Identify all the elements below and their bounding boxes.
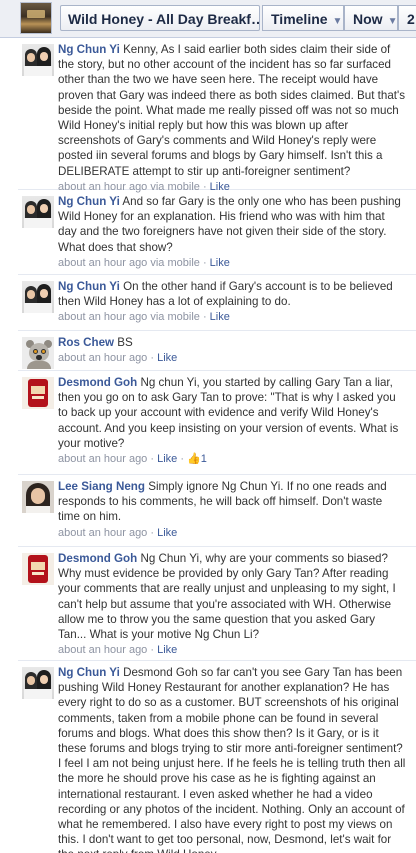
timeline-label: Timeline [271, 11, 328, 27]
comment-body: Ng Chun Yi Desmond Goh so far can't you … [58, 665, 406, 853]
now-label: Now [353, 11, 383, 27]
comment-author[interactable]: Ros Chew [58, 336, 114, 349]
comment-meta: about an hour ago via mobile · Like [58, 256, 406, 271]
avatar[interactable] [22, 667, 54, 699]
meta-separator: · [199, 256, 210, 269]
comment-item: Ng Chun Yi Desmond Goh so far can't you … [18, 661, 416, 853]
comment-item: Ng Chun Yi On the other hand if Gary's a… [18, 275, 416, 331]
comment-item: Desmond Goh Ng Chun Yi, why are your com… [18, 547, 416, 661]
avatar[interactable] [22, 196, 54, 228]
avatar[interactable] [22, 377, 54, 409]
comment-author[interactable]: Ng Chun Yi [58, 43, 120, 56]
comment-body: Ng Chun Yi Kenny, As I said earlier both… [58, 42, 406, 195]
comment-time: about an hour ago via mobile [58, 311, 200, 324]
year-dropdown[interactable]: 2 [398, 5, 416, 31]
avatar[interactable] [22, 44, 54, 76]
comment-body: Desmond Goh Ng chun Yi, you started by c… [58, 375, 406, 467]
comment-body: Lee Siang Neng Simply ignore Ng Chun Yi.… [58, 479, 406, 541]
caret-down-icon: ▼ [332, 16, 343, 27]
comment-author[interactable]: Desmond Goh [58, 376, 137, 389]
avatar[interactable] [22, 553, 54, 585]
now-dropdown[interactable]: Now ▼ [344, 5, 398, 31]
comment-text: BS [114, 336, 133, 349]
comment-text: Kenny, As I said earlier both sides clai… [58, 43, 405, 178]
meta-separator: · [147, 644, 158, 657]
comment-time: about an hour ago [58, 526, 148, 539]
comment-body: Desmond Goh Ng Chun Yi, why are your com… [58, 551, 406, 658]
like-link[interactable]: Like [210, 311, 230, 323]
like-link[interactable]: Like [210, 257, 230, 269]
avatar[interactable] [22, 481, 54, 513]
comment-author[interactable]: Desmond Goh [58, 552, 137, 565]
comment-body: Ros Chew BS about an hour ago · Like [58, 335, 406, 366]
comment-text: Ng Chun Yi, why are your comments so bia… [58, 552, 396, 642]
meta-separator: · [177, 453, 188, 466]
comment-body: Ng Chun Yi On the other hand if Gary's a… [58, 279, 406, 326]
comment-time: about an hour ago [58, 352, 148, 365]
page-thumbnail[interactable] [20, 2, 52, 34]
comment-meta: about an hour ago · Like · 👍1 [58, 452, 406, 467]
like-link[interactable]: Like [157, 644, 177, 656]
like-link[interactable]: Like [157, 527, 177, 539]
meta-separator: · [199, 311, 210, 324]
comment-time: about an hour ago [58, 453, 148, 466]
comment-time: about an hour ago [58, 644, 148, 657]
avatar[interactable] [22, 337, 54, 369]
comment-meta: about an hour ago via mobile · Like [58, 310, 406, 325]
comment-meta: about an hour ago · Like [58, 643, 406, 658]
comment-author[interactable]: Ng Chun Yi [58, 195, 120, 208]
caret-down-icon: ▼ [387, 16, 398, 27]
avatar[interactable] [22, 281, 54, 313]
timeline-dropdown[interactable]: Timeline ▼ [262, 5, 344, 31]
like-count[interactable]: 1 [201, 453, 207, 465]
comment-item: Ng Chun Yi Kenny, As I said earlier both… [18, 38, 416, 193]
page-title-button[interactable]: Wild Honey - All Day Breakf… [60, 5, 260, 31]
comment-meta: about an hour ago · Like [58, 526, 406, 541]
comment-author[interactable]: Ng Chun Yi [58, 666, 120, 679]
comment-author[interactable]: Ng Chun Yi [58, 280, 120, 293]
comment-text: Desmond Goh so far can't you see Gary Ta… [58, 666, 406, 853]
comment-item: Lee Siang Neng Simply ignore Ng Chun Yi.… [18, 475, 416, 547]
meta-separator: · [147, 526, 158, 539]
like-link[interactable]: Like [157, 352, 177, 364]
comment-time: about an hour ago via mobile [58, 256, 200, 269]
thumbs-up-icon[interactable]: 👍 [187, 453, 201, 465]
comment-item: Desmond Goh Ng chun Yi, you started by c… [18, 371, 416, 475]
meta-separator: · [147, 453, 158, 466]
like-link[interactable]: Like [157, 453, 177, 465]
comment-body: Ng Chun Yi And so far Gary is the only o… [58, 194, 406, 271]
comment-author[interactable]: Lee Siang Neng [58, 480, 145, 493]
top-bar: Wild Honey - All Day Breakf… Timeline ▼ N… [0, 0, 416, 38]
comment-item: Ros Chew BS about an hour ago · Like [18, 331, 416, 371]
year-label: 2 [407, 11, 415, 27]
meta-separator: · [147, 352, 158, 365]
comment-meta: about an hour ago · Like [58, 351, 406, 366]
comment-item: Ng Chun Yi And so far Gary is the only o… [18, 190, 416, 275]
